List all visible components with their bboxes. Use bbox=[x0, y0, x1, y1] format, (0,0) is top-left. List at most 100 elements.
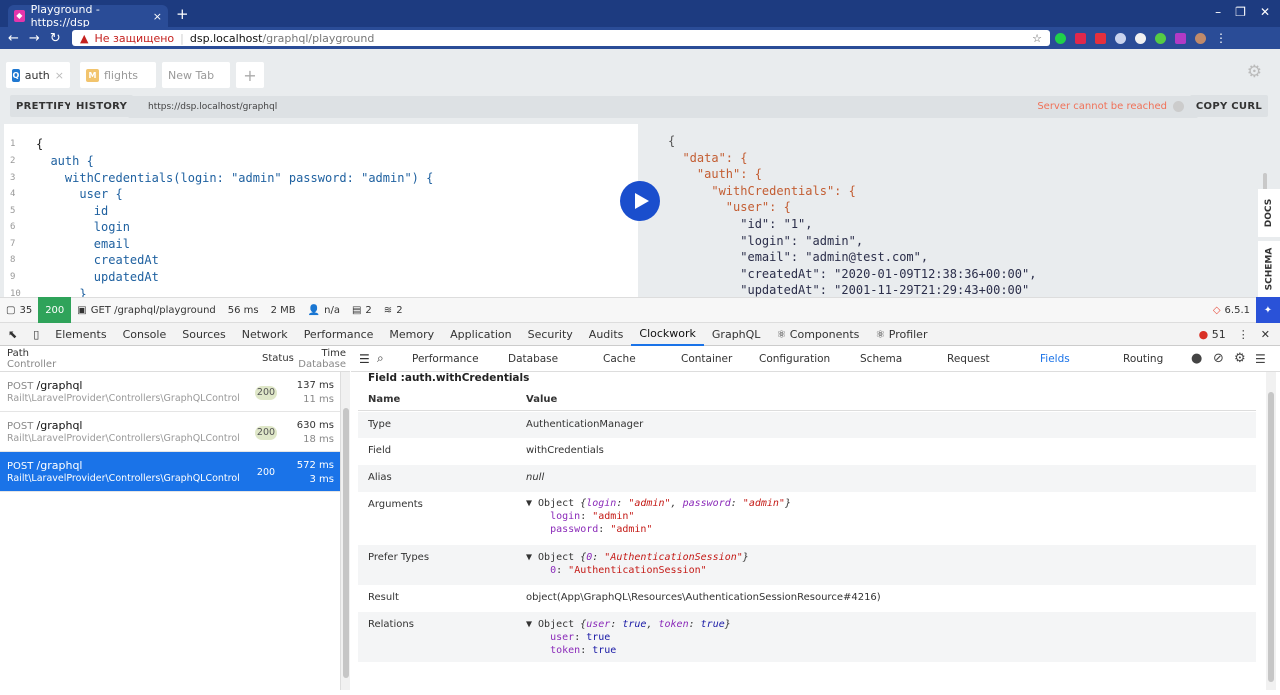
debugbar-views[interactable]: ▤ 2 bbox=[346, 305, 378, 316]
result-line: "email": "admin@test.com", bbox=[668, 250, 929, 264]
tab-application[interactable]: Application bbox=[442, 323, 519, 346]
tab-close-icon[interactable]: × bbox=[55, 69, 64, 82]
inspect-icon[interactable]: ⬉ bbox=[0, 323, 25, 346]
extensions-area: ⋮ bbox=[1055, 31, 1227, 45]
result-line: "id": "1", bbox=[668, 217, 813, 231]
panel-tab-container[interactable]: Container bbox=[681, 353, 732, 365]
panel-tab-database[interactable]: Database bbox=[508, 353, 558, 365]
tab-new[interactable]: New Tab bbox=[162, 62, 230, 88]
tab-close-icon[interactable]: × bbox=[153, 10, 162, 23]
extension-square-icon[interactable] bbox=[1175, 32, 1186, 44]
request-method: POST /graphql bbox=[7, 379, 83, 392]
tab-graphql[interactable]: GraphQL bbox=[704, 323, 769, 346]
version-value: 6.5.1 bbox=[1224, 304, 1250, 316]
extension-ublock-icon[interactable] bbox=[1075, 32, 1086, 44]
extension-compass-icon[interactable] bbox=[1135, 32, 1146, 44]
tab-clockwork[interactable]: Clockwork bbox=[631, 323, 704, 346]
add-tab-icon[interactable]: + bbox=[236, 62, 264, 88]
request-row[interactable]: POST /graphql Railt\LaravelProvider\Cont… bbox=[0, 372, 340, 412]
tab-security[interactable]: Security bbox=[520, 323, 581, 346]
clear-icon[interactable]: ⊘ bbox=[1213, 351, 1224, 366]
close-window-icon[interactable]: ✕ bbox=[1260, 5, 1270, 19]
panel-tab-cache[interactable]: Cache bbox=[603, 353, 636, 365]
table-row: Prefer Types ▼ Object {0: "Authenticatio… bbox=[358, 545, 1256, 585]
browser-menu-icon[interactable]: ⋮ bbox=[1215, 31, 1227, 45]
row-value: object(App\GraphQL\Resources\Authenticat… bbox=[526, 592, 881, 603]
request-db-time: 18 ms bbox=[303, 434, 334, 445]
panel-tab-fields[interactable]: Fields bbox=[1040, 353, 1070, 365]
tab-flights[interactable]: M flights bbox=[80, 62, 156, 88]
search-icon[interactable]: ⌕ bbox=[377, 351, 384, 366]
relations-object[interactable]: ▼ Object {user: true, token: true} user:… bbox=[526, 618, 731, 657]
panel-tab-configuration[interactable]: Configuration bbox=[759, 353, 830, 365]
device-toolbar-icon[interactable]: ▯ bbox=[25, 323, 47, 346]
address-bar[interactable]: ▲ Не защищено | dsp.localhost/graphql/pl… bbox=[72, 30, 1050, 46]
schema-side-tab[interactable]: SCHEMA bbox=[1258, 241, 1280, 297]
error-count[interactable]: ● 51 bbox=[1195, 328, 1230, 341]
panel-tab-performance[interactable]: Performance bbox=[412, 353, 479, 365]
requests-scrollbar[interactable] bbox=[340, 372, 350, 690]
devtools-menu-icon[interactable]: ⋮ bbox=[1230, 328, 1257, 341]
fields-scrollbar[interactable] bbox=[1266, 372, 1276, 690]
forward-icon[interactable]: → bbox=[29, 31, 40, 46]
debugbar-count[interactable]: ▢ 35 bbox=[0, 305, 38, 316]
laravel-version[interactable]: ◇ 6.5.1 bbox=[1207, 305, 1256, 316]
prettify-button[interactable]: PRETTIFY bbox=[10, 95, 78, 117]
minimize-icon[interactable]: – bbox=[1215, 5, 1221, 19]
extension-bug-icon[interactable] bbox=[1115, 32, 1126, 44]
debugbar-toggle-icon[interactable]: ✦ bbox=[1256, 297, 1280, 323]
table-row: Alias null bbox=[358, 465, 1256, 492]
sidebar-toggle-icon[interactable]: ☰ bbox=[359, 352, 370, 366]
debugbar-queries[interactable]: ≋ 2 bbox=[378, 305, 409, 316]
history-button[interactable]: HISTORY bbox=[70, 95, 134, 117]
table-row: Arguments ▼ Object {login: "admin", pass… bbox=[358, 492, 1256, 545]
collapse-icon[interactable]: ☰ bbox=[1255, 352, 1266, 366]
prefer-types-object[interactable]: ▼ Object {0: "AuthenticationSession"} 0:… bbox=[526, 551, 749, 577]
run-query-button[interactable] bbox=[620, 181, 660, 221]
copy-curl-button[interactable]: COPY CURL bbox=[1189, 95, 1268, 117]
request-row-selected[interactable]: POST /graphql Railt\LaravelProvider\Cont… bbox=[0, 452, 340, 492]
mutation-badge: M bbox=[86, 68, 99, 82]
request-row[interactable]: POST /graphql Railt\LaravelProvider\Cont… bbox=[0, 412, 340, 452]
docs-side-tab[interactable]: DOCS bbox=[1258, 189, 1280, 237]
table-row: Field withCredentials bbox=[358, 438, 1256, 465]
bookmark-star-icon[interactable]: ☆ bbox=[1032, 32, 1042, 45]
extension-green-icon[interactable] bbox=[1055, 32, 1066, 44]
request-text: GET /graphql/playground bbox=[90, 304, 216, 316]
tab-sources[interactable]: Sources bbox=[174, 323, 234, 346]
count-value: 35 bbox=[19, 304, 33, 316]
record-icon[interactable]: ● bbox=[1191, 351, 1202, 366]
tab-console[interactable]: Console bbox=[115, 323, 175, 346]
tab-network[interactable]: Network bbox=[234, 323, 296, 346]
debugbar-request[interactable]: ▣ GET /graphql/playground bbox=[71, 305, 222, 316]
extension-gear-icon[interactable] bbox=[1155, 32, 1166, 44]
status-badge[interactable]: 200 bbox=[38, 297, 72, 323]
tab-performance[interactable]: Performance bbox=[296, 323, 382, 346]
tab-components[interactable]: ⚛ Components bbox=[768, 323, 867, 346]
browser-tab[interactable]: ◆ Playground - https://dsp × bbox=[8, 3, 168, 29]
restore-icon[interactable]: ❐ bbox=[1235, 5, 1246, 19]
back-icon[interactable]: ← bbox=[8, 31, 19, 46]
col-time: Time bbox=[321, 348, 346, 359]
settings-gear-icon[interactable]: ⚙ bbox=[1247, 62, 1262, 82]
scrollbar-thumb[interactable] bbox=[343, 408, 349, 678]
query-editor[interactable]: 1 { 2 auth { 3 withCredentials(login: "a… bbox=[4, 124, 638, 297]
devtools-close-icon[interactable]: ✕ bbox=[1257, 328, 1280, 341]
settings-icon[interactable]: ⚙ bbox=[1234, 351, 1246, 366]
new-tab-button[interactable]: + bbox=[176, 5, 189, 23]
panel-tab-request[interactable]: Request bbox=[947, 353, 990, 365]
reload-icon[interactable]: ↻ bbox=[50, 31, 61, 46]
scrollbar-thumb[interactable] bbox=[1268, 392, 1274, 682]
tab-memory[interactable]: Memory bbox=[381, 323, 442, 346]
address-separator: | bbox=[180, 31, 184, 45]
extension-youtube-icon[interactable] bbox=[1095, 32, 1106, 44]
tab-auth[interactable]: Q auth × bbox=[6, 62, 70, 88]
panel-tab-routing[interactable]: Routing bbox=[1123, 353, 1163, 365]
profile-avatar[interactable] bbox=[1195, 32, 1206, 44]
tab-elements[interactable]: Elements bbox=[47, 323, 114, 346]
arguments-object[interactable]: ▼ Object {login: "admin", password: "adm… bbox=[526, 497, 791, 536]
debugbar-user[interactable]: 👤 n/a bbox=[302, 305, 346, 316]
tab-audits[interactable]: Audits bbox=[581, 323, 632, 346]
panel-tab-schema[interactable]: Schema bbox=[860, 353, 902, 365]
tab-profiler[interactable]: ⚛ Profiler bbox=[867, 323, 935, 346]
